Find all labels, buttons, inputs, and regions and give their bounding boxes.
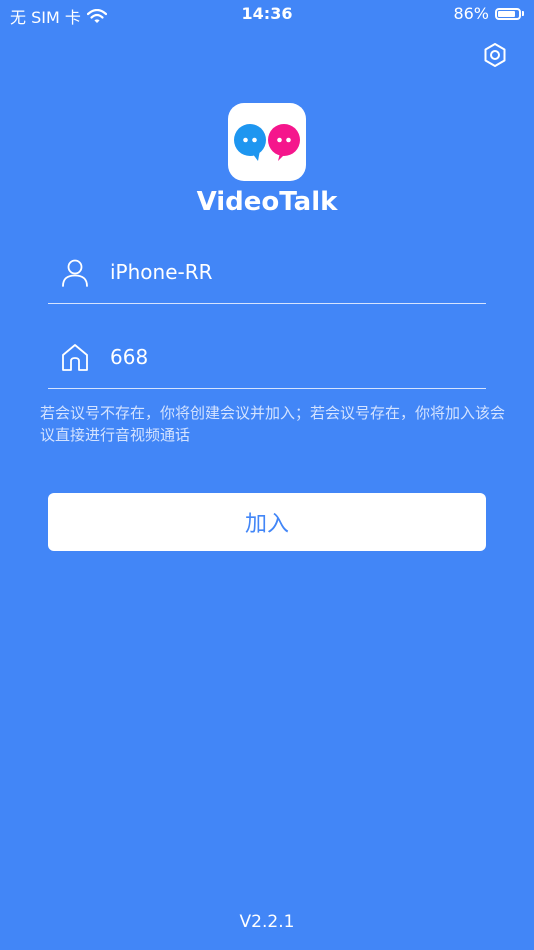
username-field bbox=[48, 243, 486, 304]
battery-tip bbox=[522, 11, 524, 16]
version-label: V2.2.1 bbox=[239, 912, 295, 932]
status-right: 86% bbox=[453, 4, 524, 23]
settings-hexagon-icon bbox=[484, 43, 506, 67]
person-icon bbox=[62, 259, 88, 287]
room-field bbox=[48, 328, 486, 389]
battery-indicator bbox=[495, 7, 524, 20]
app-logo bbox=[228, 103, 306, 181]
status-bar: 无 SIM 卡 14:36 86% bbox=[0, 0, 534, 28]
chat-bubbles-icon bbox=[234, 124, 300, 161]
room-hint-text: 若会议号不存在，你将创建会议并加入；若会议号存在，你将加入该会议直接进行音视频通… bbox=[40, 404, 506, 444]
home-icon bbox=[62, 344, 88, 371]
battery-percent: 86% bbox=[453, 4, 489, 23]
app-name: VideoTalk bbox=[196, 187, 338, 217]
battery-fill bbox=[498, 10, 516, 17]
settings-button[interactable] bbox=[480, 40, 510, 70]
battery-icon bbox=[495, 7, 521, 20]
room-number-input[interactable] bbox=[110, 340, 470, 374]
username-input[interactable] bbox=[110, 255, 470, 289]
join-button[interactable]: 加入 bbox=[48, 493, 486, 551]
